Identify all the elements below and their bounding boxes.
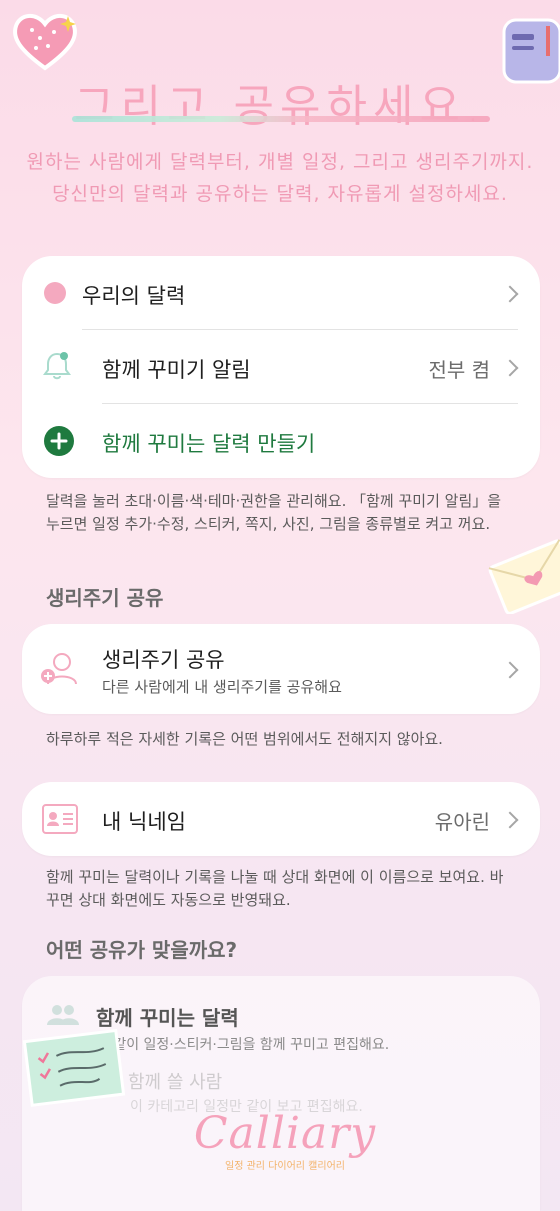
our-calendar-row[interactable]: 우리의 달력 [22, 256, 540, 330]
our-calendar-label: 우리의 달력 [82, 284, 186, 308]
brand-logo: Calliary 일정 관리 다이어리 캘리어리 [180, 1108, 390, 1188]
cycle-share-card[interactable]: 생리주기 공유 다른 사람에게 내 생리주기를 공유해요 [22, 624, 540, 714]
chevron-right-icon [501, 285, 519, 303]
nickname-label: 내 닉네임 [102, 810, 186, 834]
people-share-icon [40, 650, 80, 690]
which-share-item1-sub: 다 같이 일정·스티커·그림을 함께 꾸미고 편집해요. [96, 1037, 390, 1053]
bell-icon [42, 350, 72, 386]
hero-subtitle-line-1: 원하는 사람에게 달력부터, 개별 일정, 그리고 생리주기까지. [26, 151, 534, 173]
hero-subtitle: 원하는 사람에게 달력부터, 개별 일정, 그리고 생리주기까지. 당신만의 달… [14, 146, 546, 210]
nickname-card[interactable]: 내 닉네임 유아린 [22, 782, 540, 856]
create-calendar-row[interactable]: 함께 꾸미는 달력 만들기 [22, 404, 540, 478]
nickname-value: 유아린 [434, 810, 490, 834]
cycle-section-title: 생리주기 공유 [46, 586, 164, 610]
hero-subtitle-line-2: 당신만의 달력과 공유하는 달력, 자유롭게 설정하세요. [52, 183, 508, 205]
chevron-right-icon [501, 661, 519, 679]
brand-logo-text: Calliary [193, 1108, 377, 1159]
people-icon [46, 1004, 80, 1030]
heart-sticker [10, 10, 80, 72]
chevron-right-icon [501, 811, 519, 829]
notify-row[interactable]: 함께 꾸미기 알림 전부 켬 [22, 330, 540, 404]
notify-label: 함께 꾸미기 알림 [102, 358, 251, 382]
brand-tagline: 일정 관리 다이어리 캘리어리 [225, 1161, 345, 1172]
checklist-note-sticker [18, 1028, 128, 1108]
calendars-card: 우리의 달력 함께 꾸미기 알림 전부 켬 함께 꾸미는 달력 만들기 [22, 256, 540, 478]
which-share-title: 어떤 공유가 맞을까요? [46, 938, 238, 962]
cycle-note: 하루하루 적은 자세한 기록은 어떤 범위에서도 전해지지 않아요. [46, 730, 443, 748]
create-calendar-label: 함께 꾸미는 달력 만들기 [102, 432, 316, 456]
chevron-right-icon [501, 359, 519, 377]
notify-value: 전부 켬 [428, 358, 490, 382]
calendars-note: 달력을 눌러 초대·이름·색·테마·권한을 관리해요. 「함께 꾸미기 알림」을… [46, 492, 502, 533]
plus-circle-icon [44, 426, 74, 456]
id-card-icon [42, 804, 78, 838]
hero-title: 그리고 공유하세요. [74, 81, 486, 132]
calendar-color-dot [44, 282, 66, 304]
cycle-share-title: 생리주기 공유 [102, 648, 225, 672]
cycle-share-subtitle: 다른 사람에게 내 생리주기를 공유해요 [102, 678, 342, 696]
hero-title-underline [72, 116, 490, 122]
envelope-sticker [488, 534, 560, 615]
which-share-item2-title: 함께 쓸 사람 [128, 1072, 223, 1093]
which-share-item1-title: 함께 꾸미는 달력 [96, 1006, 239, 1030]
nickname-note: 함께 꾸미는 달력이나 기록을 나눌 때 상대 화면에 이 이름으로 보여요. … [46, 868, 504, 909]
